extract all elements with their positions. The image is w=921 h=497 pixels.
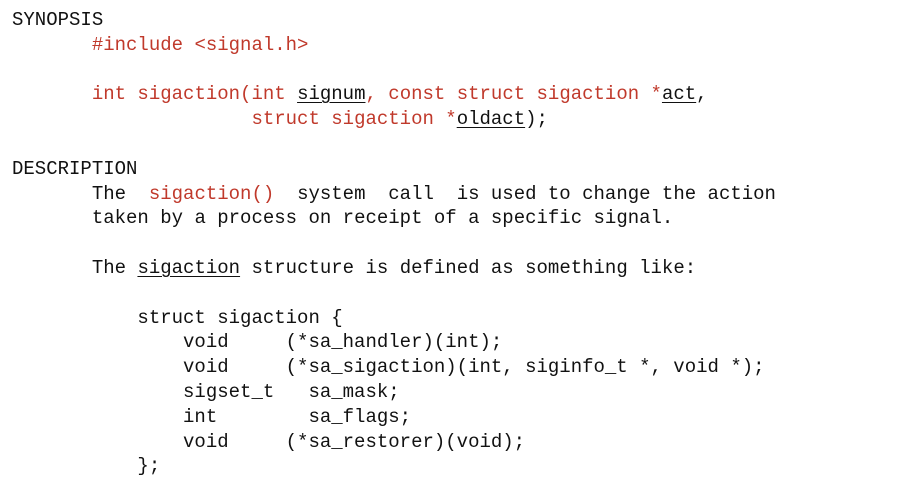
prototype-comma: , — [365, 83, 389, 106]
field-sa-sigaction: void (*sa_sigaction)(int, siginfo_t *, v… — [183, 356, 765, 379]
struct-open: struct sigaction { — [137, 306, 343, 329]
struct-field: void (*sa_handler)(int); — [12, 330, 912, 355]
field-sa-handler: void (*sa_handler)(int); — [183, 331, 503, 354]
structure-intro-line: The sigaction structure is defined as so… — [12, 256, 912, 281]
param-signum: signum — [297, 83, 366, 106]
struct-field: void (*sa_sigaction)(int, siginfo_t *, v… — [12, 355, 912, 380]
struct-open-line: struct sigaction { — [12, 306, 912, 331]
synopsis-heading: SYNOPSIS — [12, 9, 104, 31]
include-directive: #include <signal.h> — [91, 33, 309, 56]
description-line-1: The sigaction() system call is used to c… — [12, 182, 912, 207]
include-line: #include <signal.h> — [12, 33, 912, 58]
function-sigaction: sigaction() — [148, 182, 275, 205]
prototype-end: ); — [525, 108, 548, 131]
struct-close: }; — [137, 455, 161, 478]
param-act: act — [661, 83, 697, 106]
param-oldact: oldact — [456, 108, 526, 131]
description-line-2: taken by a process on receipt of a speci… — [12, 206, 912, 231]
man-page: SYNOPSIS #include <signal.h> int sigacti… — [12, 8, 912, 479]
prototype-line-2: struct sigaction *oldact); — [12, 107, 912, 132]
description-line-2-text: taken by a process on receipt of a speci… — [91, 207, 674, 230]
struct-field: void (*sa_restorer)(void); — [12, 430, 912, 455]
field-sa-restorer: void (*sa_restorer)(void); — [183, 430, 526, 453]
field-sa-flags: int sa_flags; — [183, 405, 412, 428]
prototype-line-1: int sigaction(int signum, const struct s… — [12, 82, 912, 107]
description-heading: DESCRIPTION — [12, 157, 138, 180]
structure-intro-rest: structure is defined as something like: — [240, 256, 697, 279]
structure-intro-the: The — [91, 256, 138, 279]
structure-name: sigaction — [137, 256, 241, 279]
prototype-comma2: , — [696, 83, 708, 106]
prototype-const: const struct sigaction * — [388, 83, 662, 106]
struct-field: int sa_flags; — [12, 405, 912, 430]
struct-field: sigset_t sa_mask; — [12, 380, 912, 405]
prototype-struct: struct sigaction * — [251, 108, 457, 131]
struct-close-line: }; — [12, 454, 912, 479]
description-the: The — [91, 182, 149, 205]
field-sa-mask: sigset_t sa_mask; — [183, 380, 400, 403]
description-rest: system call is used to change the action — [274, 182, 776, 205]
prototype-int: int sigaction(int — [91, 83, 298, 106]
